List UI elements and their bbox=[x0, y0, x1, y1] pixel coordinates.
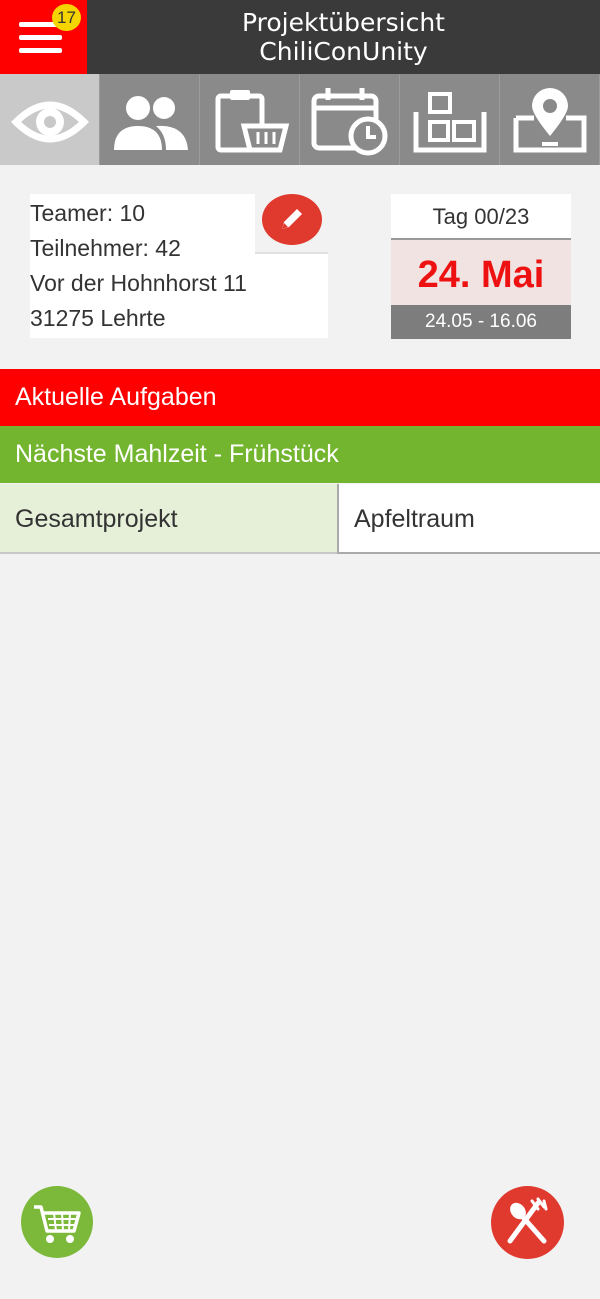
hamburger-icon-bar bbox=[19, 48, 62, 53]
notification-badge: 17 bbox=[52, 4, 81, 31]
clipboard-basket-icon bbox=[215, 90, 290, 153]
tab-apfeltraum[interactable]: Apfeltraum bbox=[337, 484, 600, 554]
tab-location[interactable] bbox=[500, 74, 600, 165]
fork-spoon-icon bbox=[507, 1197, 548, 1244]
tab-overview[interactable] bbox=[0, 74, 100, 165]
tab-schedule[interactable] bbox=[300, 74, 400, 165]
edit-button[interactable] bbox=[262, 194, 322, 245]
participant-count: Teilnehmer: 42 bbox=[30, 235, 181, 261]
boxes-icon bbox=[413, 92, 487, 153]
meal-button[interactable] bbox=[491, 1186, 564, 1259]
map-pin-icon bbox=[513, 88, 587, 153]
app-header: 17 Projektübersicht ChiliConUnity bbox=[0, 0, 600, 74]
address-street: Vor der Hohnhorst 11 bbox=[30, 270, 247, 296]
shopping-cart-icon bbox=[34, 1205, 81, 1243]
next-meal-bar[interactable]: Nächste Mahlzeit - Frühstück bbox=[0, 426, 600, 483]
page-title-line1: Projektübersicht bbox=[241, 8, 445, 37]
tab-bar bbox=[0, 74, 600, 165]
people-icon bbox=[114, 96, 188, 150]
date-range: 24.05 - 16.06 bbox=[391, 305, 571, 339]
current-date: 24. Mai bbox=[391, 240, 571, 305]
tab-overall-project[interactable]: Gesamtprojekt bbox=[0, 484, 337, 554]
page-title: Projektübersicht ChiliConUnity bbox=[87, 8, 600, 66]
calendar-clock-icon bbox=[311, 88, 388, 156]
address-city: 31275 Lehrte bbox=[30, 305, 166, 331]
tab-materials[interactable] bbox=[400, 74, 500, 165]
eye-icon bbox=[11, 101, 89, 143]
day-counter: Tag 00/23 bbox=[391, 194, 571, 240]
date-card: Tag 00/23 24. Mai 24.05 - 16.06 bbox=[391, 194, 571, 339]
teamer-count: Teamer: 10 bbox=[30, 200, 146, 226]
current-tasks-bar[interactable]: Aktuelle Aufgaben bbox=[0, 369, 600, 426]
shopping-cart-button[interactable] bbox=[21, 1186, 93, 1258]
hamburger-icon-bar bbox=[19, 35, 62, 40]
pencil-icon bbox=[282, 209, 302, 229]
menu-button[interactable]: 17 bbox=[0, 0, 87, 74]
page-title-line2: ChiliConUnity bbox=[259, 37, 428, 66]
tab-shopping[interactable] bbox=[200, 74, 300, 165]
tab-participants[interactable] bbox=[100, 74, 200, 165]
